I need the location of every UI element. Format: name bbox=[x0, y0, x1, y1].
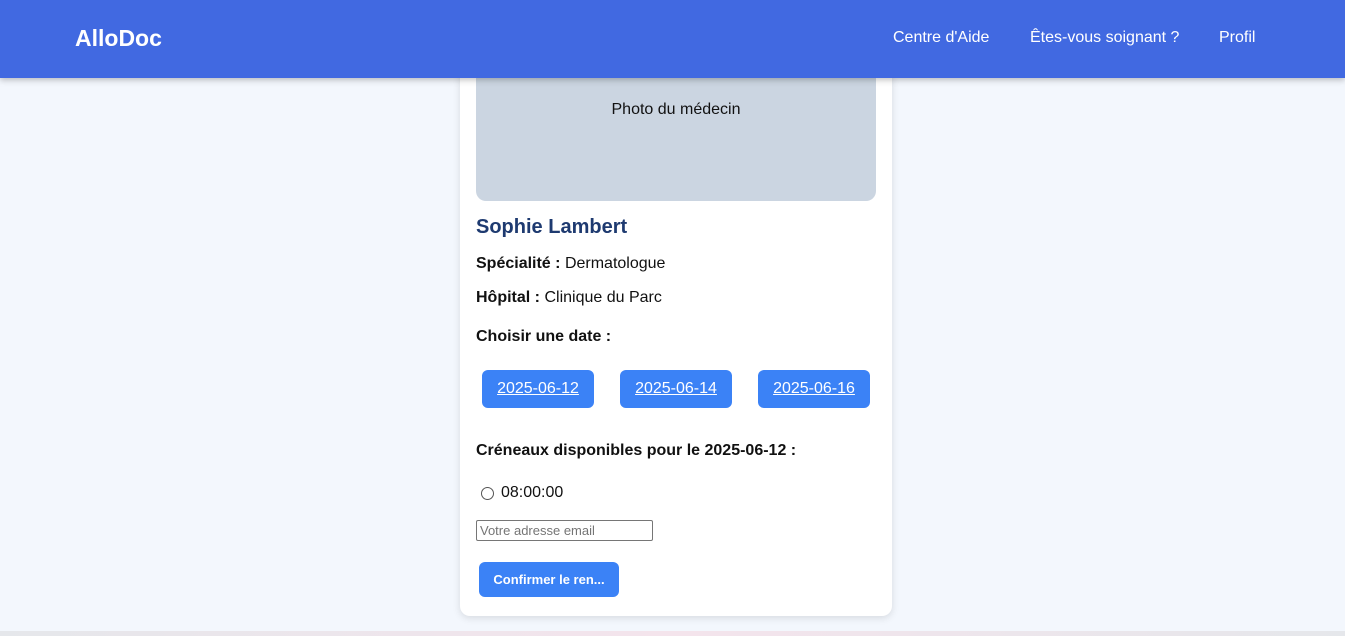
brand-logo[interactable]: AlloDoc bbox=[75, 25, 162, 52]
time-slot-option[interactable]: 08:00:00 bbox=[481, 484, 563, 502]
doctor-name: Sophie Lambert bbox=[476, 216, 628, 238]
nav-link-profile[interactable]: Profil bbox=[1219, 29, 1255, 47]
doctor-hospital: Hôpital : Clinique du Parc bbox=[476, 289, 662, 307]
doctor-card: Photo du médecin Sophie Lambert Spéciali… bbox=[460, 60, 892, 616]
doctor-photo: Photo du médecin bbox=[476, 60, 876, 201]
specialty-label: Spécialité : bbox=[476, 255, 561, 272]
footer-strip bbox=[0, 631, 1345, 636]
time-slot-label: 08:00:00 bbox=[501, 484, 564, 501]
hospital-value: Clinique du Parc bbox=[544, 289, 662, 306]
nav-link-help-center[interactable]: Centre d'Aide bbox=[893, 29, 989, 47]
top-navbar: AlloDoc Centre d'Aide Êtes-vous soignant… bbox=[0, 0, 1345, 78]
available-slots-title: Créneaux disponibles pour le 2025-06-12 … bbox=[476, 442, 797, 459]
email-input[interactable] bbox=[476, 520, 653, 541]
time-slot-radio[interactable] bbox=[481, 486, 494, 500]
doctor-photo-placeholder: Photo du médecin bbox=[611, 101, 741, 118]
hospital-label: Hôpital : bbox=[476, 289, 540, 306]
date-button-2[interactable]: 2025-06-14 bbox=[620, 370, 732, 408]
doctor-specialty: Spécialité : Dermatologue bbox=[476, 255, 665, 273]
date-button-1[interactable]: 2025-06-12 bbox=[482, 370, 594, 408]
choose-date-title: Choisir une date : bbox=[476, 328, 612, 345]
specialty-value: Dermatologue bbox=[564, 255, 666, 272]
nav-link-caregiver[interactable]: Êtes-vous soignant ? bbox=[1030, 29, 1179, 47]
confirm-appointment-button[interactable]: Confirmer le ren... bbox=[479, 562, 619, 597]
date-button-3[interactable]: 2025-06-16 bbox=[758, 370, 870, 408]
